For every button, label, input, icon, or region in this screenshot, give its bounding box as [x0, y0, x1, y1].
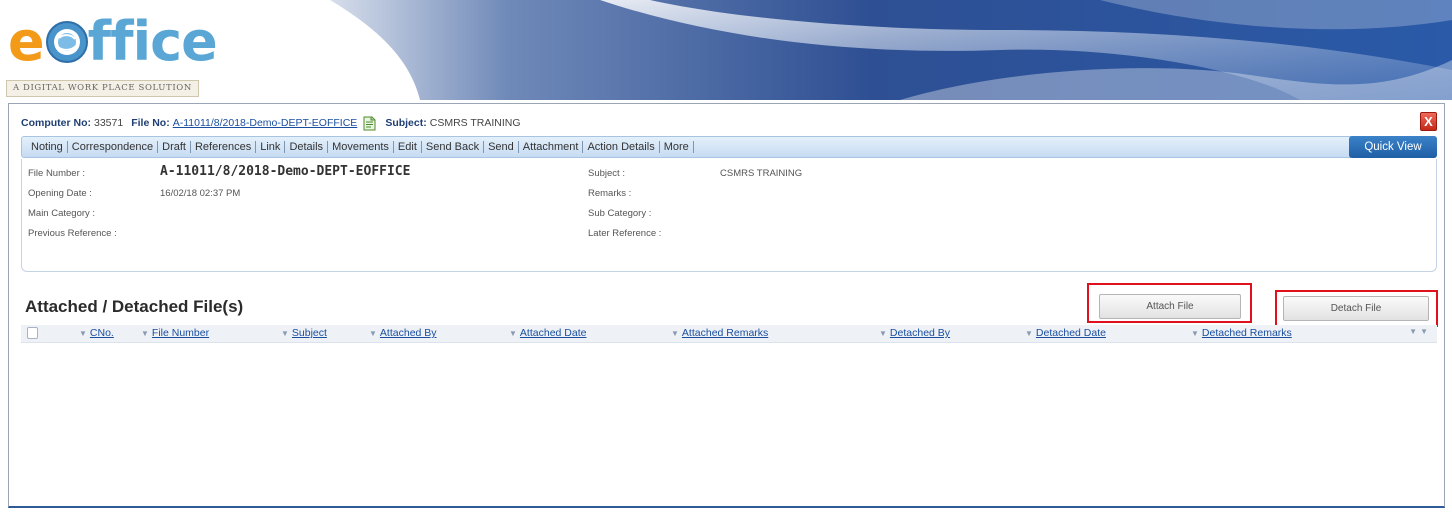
column-header-label: Attached Remarks [681, 327, 769, 339]
column-header-detached-by[interactable]: ▼ Detached By [879, 327, 950, 339]
action-menu: Noting Correspondence Draft References Link D… [27, 137, 694, 157]
subject-detail-label: Subject : [588, 168, 625, 179]
detach-file-button[interactable]: Detach File [1283, 296, 1429, 321]
sort-arrow-icon[interactable]: ▼ [141, 329, 149, 338]
file-info-bar: Computer No: 33571 File No: A-11011/8/20… [9, 112, 1409, 134]
column-header-detached-remarks[interactable]: ▼ Detached Remarks [1191, 327, 1292, 339]
sort-arrow-icon[interactable]: ▼ [281, 329, 289, 338]
column-header-attached-by[interactable]: ▼ Attached By [369, 327, 437, 339]
menu-item-movements[interactable]: Movements [328, 141, 394, 153]
file-grid-body [21, 344, 1437, 504]
subject-detail-value: CSMRS TRAINING [720, 168, 803, 179]
menu-item-more[interactable]: More [660, 141, 694, 153]
column-header-detached-date[interactable]: ▼ Detached Date [1025, 327, 1106, 339]
menu-item-draft[interactable]: Draft [158, 141, 191, 153]
column-header-label: Attached Date [519, 327, 587, 339]
logo-tagline: A DIGITAL WORK PLACE SOLUTION [6, 80, 199, 97]
column-header-attached-remarks[interactable]: ▼ Attached Remarks [671, 327, 768, 339]
header-banner: e ffice A DIGITAL WORK PLACE SOLUTION [0, 0, 1452, 100]
remarks-label: Remarks : [588, 188, 632, 199]
previous-reference-label: Previous Reference : [28, 228, 117, 239]
menu-item-details[interactable]: Details [285, 141, 329, 153]
later-reference-label: Later Reference : [588, 228, 662, 239]
column-header-file-number[interactable]: ▼ File Number [141, 327, 209, 339]
menu-item-noting[interactable]: Noting [27, 141, 68, 153]
main-category-label: Main Category : [28, 208, 96, 219]
column-header-attached-date[interactable]: ▼ Attached Date [509, 327, 586, 339]
close-button[interactable]: X [1420, 112, 1437, 131]
column-header-label: Subject [291, 327, 327, 339]
menu-item-attachment[interactable]: Attachment [519, 141, 584, 153]
file-number-value: A-11011/8/2018-Demo-DEPT-EOFFICE [160, 164, 411, 179]
file-no-link[interactable]: A-11011/8/2018-Demo-DEPT-EOFFICE [173, 117, 358, 129]
sort-arrow-icon[interactable]: ▼ [879, 329, 887, 338]
sort-arrow-icon[interactable]: ▼ [1025, 329, 1033, 338]
menu-item-link[interactable]: Link [256, 141, 286, 153]
column-header-label: Detached Remarks [1201, 327, 1292, 339]
sort-arrow-icon[interactable]: ▼ [1191, 329, 1199, 338]
column-header-label: Detached Date [1035, 327, 1106, 339]
menu-item-edit[interactable]: Edit [394, 141, 422, 153]
menu-item-action-details[interactable]: Action Details [583, 141, 660, 153]
quick-view-button[interactable]: Quick View [1349, 136, 1437, 158]
file-number-label: File Number : [28, 168, 86, 179]
menu-item-references[interactable]: References [191, 141, 257, 153]
logo-e: e [8, 10, 45, 73]
file-grid-header: ▼▼ ▼ CNo. ▼ File Number ▼ Subject ▼ Attached By… [21, 325, 1437, 343]
globe-icon [45, 21, 88, 63]
menu-item-send-back[interactable]: Send Back [422, 141, 485, 153]
attach-file-button[interactable]: Attach File [1099, 294, 1241, 319]
sort-arrow-icon[interactable]: ▼ [509, 329, 517, 338]
grid-options-icon[interactable]: ▼▼ [1409, 327, 1431, 336]
menu-item-correspondence[interactable]: Correspondence [68, 141, 159, 153]
file-no-label: File No: [131, 117, 170, 129]
eoffice-logo: e ffice [8, 10, 218, 73]
subject-label: Subject: [385, 117, 427, 129]
sort-arrow-icon[interactable]: ▼ [79, 329, 87, 338]
subject-value: CSMRS TRAINING [429, 117, 521, 129]
column-header-label: Attached By [379, 327, 437, 339]
action-menu-bar: Noting Correspondence Draft References Link D… [21, 136, 1437, 158]
sort-arrow-icon[interactable]: ▼ [369, 329, 377, 338]
computer-no-value: 33571 [94, 117, 124, 129]
menu-item-send[interactable]: Send [484, 141, 519, 153]
column-header-label: Detached By [889, 327, 951, 339]
computer-no-label: Computer No: [21, 117, 91, 129]
eoffice-window: e ffice A DIGITAL WORK PLACE SOLUTION Co… [0, 0, 1452, 512]
column-header-subject[interactable]: ▼ Subject [281, 327, 327, 339]
banner-background-art [0, 0, 1452, 100]
file-details-box: File Number : A-11011/8/2018-Demo-DEPT-E… [21, 159, 1437, 272]
document-icon[interactable] [362, 116, 377, 131]
sub-category-label: Sub Category : [588, 208, 652, 219]
column-header-cno[interactable]: ▼ CNo. [79, 327, 114, 339]
logo-text: ffice [87, 10, 218, 73]
select-all-checkbox[interactable] [27, 327, 38, 339]
file-detail-panel: Computer No: 33571 File No: A-11011/8/20… [8, 103, 1445, 508]
section-title: Attached / Detached File(s) [25, 297, 244, 316]
sort-arrow-icon[interactable]: ▼ [671, 329, 679, 338]
opening-date-label: Opening Date : [28, 188, 92, 199]
opening-date-value: 16/02/18 02:37 PM [160, 188, 241, 199]
column-header-label: CNo. [89, 327, 114, 339]
column-header-label: File Number [151, 327, 210, 339]
